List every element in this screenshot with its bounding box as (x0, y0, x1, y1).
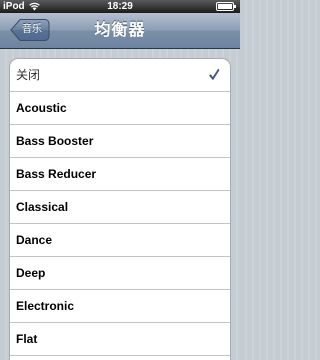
back-button-label: 音乐 (22, 24, 42, 35)
list-item[interactable]: Bass Reducer (10, 158, 230, 191)
navigation-bar: 均衡器 音乐 (0, 13, 240, 49)
list-item[interactable]: Electronic (10, 290, 230, 323)
list-item[interactable]: Dance (10, 224, 230, 257)
list-item[interactable]: Acoustic (10, 92, 230, 125)
list-item-label: Acoustic (16, 101, 67, 115)
list-item[interactable]: Deep (10, 257, 230, 290)
list-item-label: Electronic (16, 299, 75, 313)
list-item-label: 关闭 (16, 68, 41, 82)
list-item-label: Bass Booster (16, 134, 94, 148)
list-item-label: Flat (16, 332, 38, 346)
list-item[interactable]: Flat (10, 323, 230, 356)
list-item-label: Deep (16, 266, 46, 280)
list-item-label: Bass Reducer (16, 167, 97, 181)
equalizer-list: 关闭 Acoustic Bass Booster Bass Reducer Cl… (9, 58, 231, 360)
battery-icon (216, 2, 236, 11)
checkmark-icon (209, 68, 220, 81)
list-item[interactable]: 关闭 (10, 59, 230, 92)
back-button[interactable]: 音乐 (10, 18, 50, 42)
list-item-label: Classical (16, 200, 69, 214)
list-item[interactable]: Bass Booster (10, 125, 230, 158)
list-item[interactable]: Classical (10, 191, 230, 224)
list-item-label: Dance (16, 233, 53, 247)
status-bar: iPod 18:29 (0, 0, 240, 13)
status-time: 18:29 (107, 1, 133, 12)
